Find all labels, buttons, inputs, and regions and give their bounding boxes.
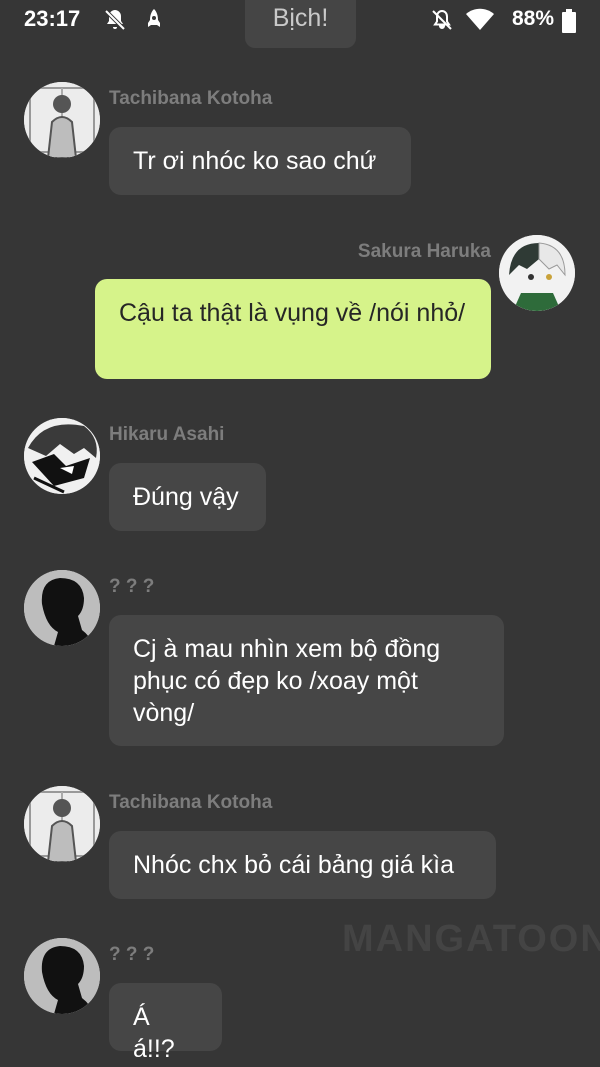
rocket-icon	[142, 8, 166, 37]
sender-name: Sakura Haruka	[357, 241, 491, 262]
avatar-unknown-silhouette[interactable]	[24, 938, 100, 1014]
message-bubble[interactable]: Đúng vậy	[109, 463, 266, 531]
message-bubble[interactable]: Tr ơi nhóc ko sao chứ	[109, 127, 411, 195]
notifications-off-icon	[103, 8, 127, 37]
watermark-logo: MANGATOON	[342, 918, 600, 960]
notifications-off-icon	[430, 8, 454, 37]
sender-name: Tachibana Kotoha	[109, 88, 273, 109]
sender-name: ? ? ?	[109, 944, 155, 965]
wifi-icon	[466, 8, 494, 37]
status-time: 23:17	[24, 6, 81, 31]
avatar-hikaru-asahi[interactable]	[24, 418, 100, 494]
sender-name: Hikaru Asahi	[109, 424, 225, 445]
message-bubble[interactable]: Á á!!?	[109, 983, 222, 1063]
sound-effect-label: Bịch!	[245, 0, 356, 48]
battery-percentage: 88%	[512, 7, 555, 30]
avatar-unknown-silhouette[interactable]	[24, 570, 100, 646]
message-bubble[interactable]: Cj à mau nhìn xem bộ đồng phục có đẹp ko…	[109, 615, 504, 746]
avatar-tachibana-kotoha[interactable]	[24, 786, 100, 862]
sender-name: ? ? ?	[109, 576, 155, 597]
message-bubble-self[interactable]: Cậu ta thật là vụng về /nói nhỏ/	[95, 279, 491, 379]
message-bubble[interactable]: Nhóc chx bỏ cái bảng giá kìa	[109, 831, 496, 899]
sound-effect-text: Bịch!	[272, 4, 329, 32]
avatar-sakura-haruka[interactable]	[499, 235, 575, 311]
battery-icon	[562, 9, 576, 38]
sender-name: Tachibana Kotoha	[109, 792, 273, 813]
avatar-tachibana-kotoha[interactable]	[24, 82, 100, 158]
